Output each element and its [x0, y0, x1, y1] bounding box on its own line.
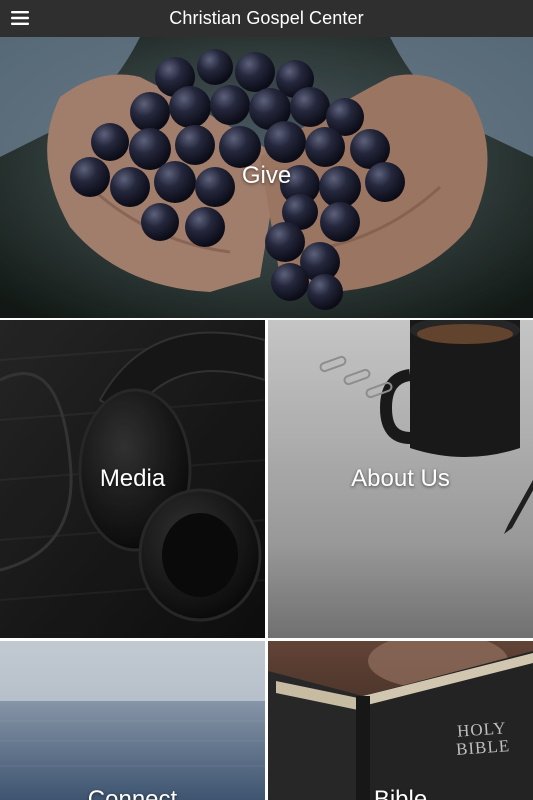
app-screen: Christian Gospel Center Give Media About…: [0, 0, 533, 800]
tile-about-us[interactable]: About Us: [268, 320, 533, 638]
tile-label-connect: Connect: [87, 786, 178, 800]
tile-connect[interactable]: Connect: [0, 641, 265, 800]
sea-horizon-photo: [0, 641, 265, 800]
app-title: Christian Gospel Center: [169, 8, 364, 28]
menu-button[interactable]: [9, 8, 31, 28]
tile-media[interactable]: Media: [0, 320, 265, 638]
tile-label-give: Give: [241, 161, 292, 189]
hamburger-menu-icon[interactable]: [11, 11, 29, 25]
top-app-bar: Christian Gospel Center: [0, 0, 533, 37]
tile-label-media: Media: [99, 465, 166, 492]
bible-cover-text: HOLY BIBLE: [439, 718, 526, 760]
tile-bible[interactable]: HOLY BIBLE Bible: [268, 641, 533, 800]
tile-label-about-us: About Us: [351, 465, 450, 492]
tile-label-bible: Bible: [373, 786, 428, 800]
tile-give[interactable]: Give: [0, 37, 533, 318]
